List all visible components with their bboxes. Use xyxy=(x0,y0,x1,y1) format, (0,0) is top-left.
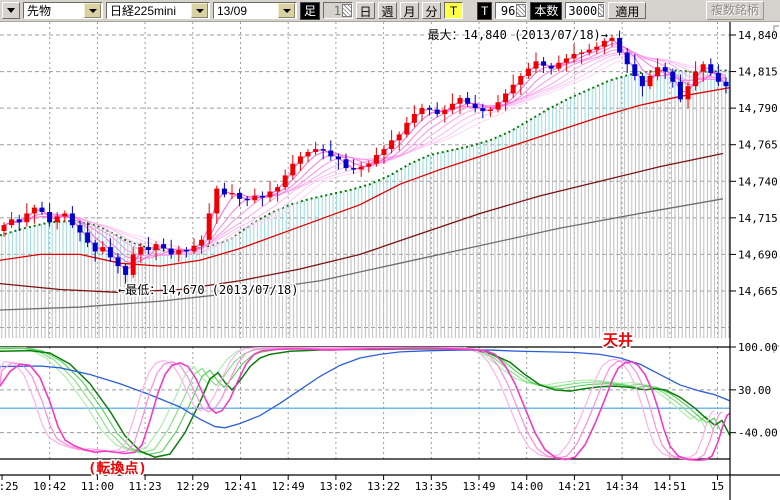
spinner-grip-icon[interactable] xyxy=(598,4,604,17)
svg-text:100.00: 100.00 xyxy=(738,341,778,354)
svg-text:13:35: 13:35 xyxy=(415,480,448,493)
bar-interval-input[interactable]: 1 xyxy=(323,2,353,19)
chart-menu-dropdown-button[interactable] xyxy=(2,2,20,19)
period-tick-button[interactable]: T xyxy=(444,2,463,19)
multi-symbol-button[interactable]: 複数銘柄 xyxy=(706,1,764,20)
period-minute-button[interactable]: 分 xyxy=(422,2,441,19)
svg-text:13:22: 13:22 xyxy=(367,480,400,493)
svg-text:14:51: 14:51 xyxy=(653,480,686,493)
svg-text:(転換点): (転換点) xyxy=(88,460,147,477)
svg-text:13:49: 13:49 xyxy=(462,480,495,493)
symbol-value: 日経225mini xyxy=(110,2,176,19)
svg-text:14:34: 14:34 xyxy=(606,480,639,493)
svg-text:10:42: 10:42 xyxy=(33,480,66,493)
period-day-button[interactable]: 日 xyxy=(356,2,375,19)
svg-text:12:29: 12:29 xyxy=(176,480,209,493)
svg-text:天井: 天井 xyxy=(603,331,633,349)
svg-text:14,815: 14,815 xyxy=(738,66,778,79)
svg-text:14,740: 14,740 xyxy=(738,175,778,188)
svg-text:13:02: 13:02 xyxy=(319,480,352,493)
bar-count-label: 本数 xyxy=(530,2,562,20)
spinner-grip-icon[interactable] xyxy=(516,4,526,17)
contract-month-combo[interactable]: 13/09 xyxy=(213,2,297,19)
svg-text:15: 15 xyxy=(711,480,724,493)
tick-unit-label: T xyxy=(477,2,492,20)
svg-text:14,840: 14,840 xyxy=(738,29,778,42)
price-chart-canvas[interactable]: 14,840 14,815 14,790 14,765 14,740 14,715 14,6… xyxy=(0,22,780,500)
chevron-down-icon xyxy=(7,8,15,13)
svg-text:-40.00: -40.00 xyxy=(738,427,778,440)
chevron-down-icon[interactable] xyxy=(84,3,101,18)
svg-text:14,790: 14,790 xyxy=(738,102,778,115)
svg-text:14,665: 14,665 xyxy=(738,285,778,298)
svg-text:最大：14,840 (2013/07/18)→: 最大：14,840 (2013/07/18)→ xyxy=(428,28,609,42)
svg-text:14:00: 14:00 xyxy=(510,480,543,493)
apply-button[interactable]: 適用 xyxy=(608,2,646,19)
svg-text:11:00: 11:00 xyxy=(81,480,114,493)
svg-text:14,715: 14,715 xyxy=(738,212,778,225)
instrument-type-combo[interactable]: 先物 xyxy=(23,2,103,19)
tick-count-input[interactable]: 96 xyxy=(495,2,527,19)
svg-text:12:41: 12:41 xyxy=(224,480,257,493)
toolbar: 先物 日経225mini 13/09 足 1 日 週 月 分 T T 96 本数… xyxy=(0,0,780,22)
bar-count-input[interactable]: 3000 xyxy=(565,2,605,19)
svg-text:12:49: 12:49 xyxy=(272,480,305,493)
svg-text:14,690: 14,690 xyxy=(738,248,778,261)
symbol-combo[interactable]: 日経225mini xyxy=(106,2,210,19)
period-month-button[interactable]: 月 xyxy=(400,2,419,19)
svg-text:14:21: 14:21 xyxy=(558,480,591,493)
svg-text:←最低：14,670 (2013/07/18): ←最低：14,670 (2013/07/18) xyxy=(118,283,299,297)
svg-text:10:25: 10:25 xyxy=(0,480,19,493)
spinner-grip-icon[interactable] xyxy=(342,4,352,17)
oscillator-panel xyxy=(0,347,730,460)
svg-text:14,765: 14,765 xyxy=(738,139,778,152)
period-week-button[interactable]: 週 xyxy=(378,2,397,19)
svg-text:30.00: 30.00 xyxy=(738,384,771,397)
instrument-type-value: 先物 xyxy=(27,2,51,19)
bar-type-label: 足 xyxy=(300,2,320,20)
chevron-down-icon[interactable] xyxy=(278,3,295,18)
contract-month-value: 13/09 xyxy=(217,4,247,18)
chevron-down-icon[interactable] xyxy=(191,3,208,18)
svg-text:11:23: 11:23 xyxy=(129,480,162,493)
